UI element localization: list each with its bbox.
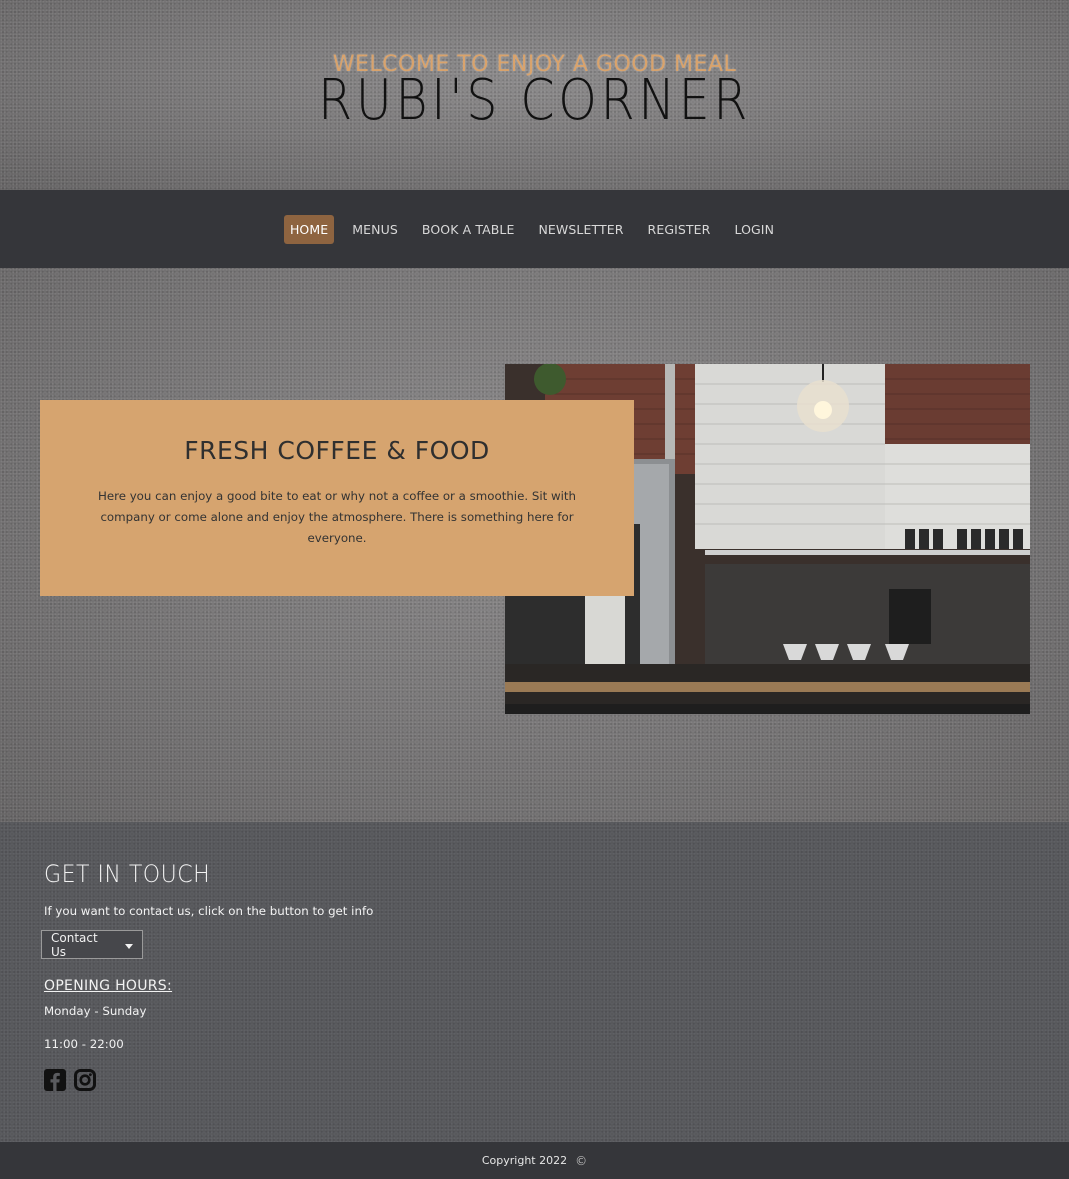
nav-item-newsletter[interactable]: NEWSLETTER: [532, 215, 629, 244]
nav-item-home[interactable]: HOME: [283, 214, 335, 244]
instagram-icon[interactable]: [74, 1069, 96, 1091]
site-header: WELCOME TO ENJOY A GOOD MEAL RUBI'S CORN…: [0, 0, 1069, 190]
nav-item-login[interactable]: LOGIN: [728, 215, 780, 244]
nav-item-menus[interactable]: MENUS: [346, 215, 404, 244]
contact-us-label: Contact Us: [51, 930, 98, 959]
footer-intro: If you want to contact us, click on the …: [44, 904, 374, 918]
footer-title: GET IN TOUCH: [44, 860, 211, 888]
copyright-bar: Copyright 2022 ©: [0, 1142, 1069, 1179]
opening-days: Monday - Sunday: [44, 1004, 147, 1018]
copyright-symbol: ©: [575, 1153, 588, 1168]
copyright-text: Copyright 2022: [481, 1154, 568, 1167]
card-title: FRESH COFFEE & FOOD: [184, 436, 490, 465]
contact-footer: GET IN TOUCH If you want to contact us, …: [0, 822, 1069, 1142]
main-nav: HOME MENUS BOOK A TABLE NEWSLETTER REGIS…: [0, 190, 1069, 268]
nav-item-book-a-table[interactable]: BOOK A TABLE: [416, 215, 521, 244]
social-links: [44, 1069, 96, 1091]
info-card: FRESH COFFEE & FOOD Here you can enjoy a…: [40, 400, 634, 596]
facebook-icon[interactable]: [44, 1069, 66, 1091]
nav-item-register[interactable]: REGISTER: [642, 215, 717, 244]
card-text: Here you can enjoy a good bite to eat or…: [97, 489, 577, 545]
opening-hours-title: OPENING HOURS:: [44, 978, 173, 994]
hero-section: FRESH COFFEE & FOOD Here you can enjoy a…: [0, 268, 1069, 822]
opening-time: 11:00 - 22:00: [44, 1037, 124, 1051]
brand-logo[interactable]: RUBI'S CORNER: [64, 68, 1005, 133]
caret-down-icon: [125, 943, 133, 949]
contact-us-button[interactable]: Contact Us: [41, 930, 143, 959]
